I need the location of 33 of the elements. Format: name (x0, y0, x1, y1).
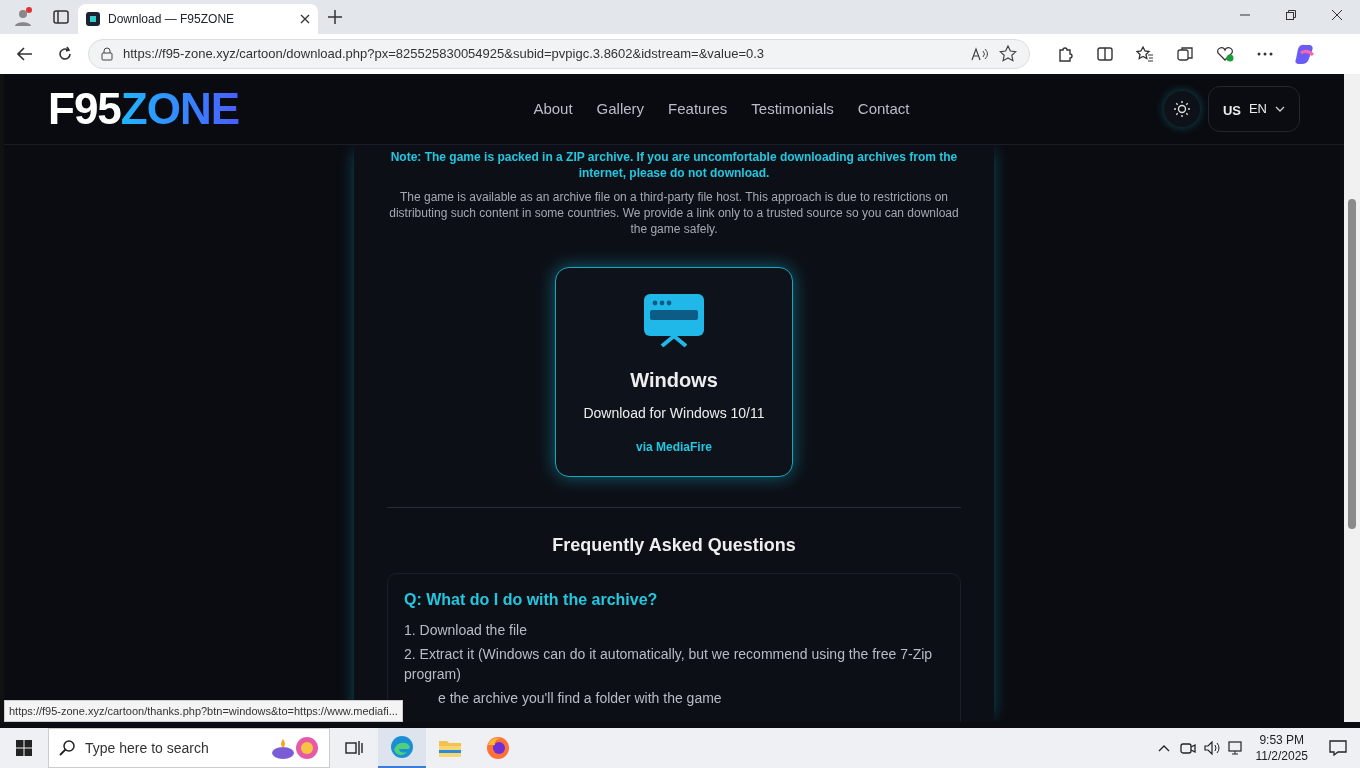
browser-tab[interactable]: Download — F95ZONE (78, 4, 318, 34)
search-icon (59, 740, 75, 756)
taskbar-search-field[interactable]: Type here to search (48, 728, 330, 768)
clock[interactable]: 9:53 PM 11/2/2025 (1247, 732, 1316, 764)
address-bar[interactable]: https://f95-zone.xyz/cartoon/download.php?px=825525830054925&subid=pvpigc.3.8602&idstream=&value=0.3 (88, 39, 1030, 69)
faq-answer-text: 1. Download the file (404, 621, 528, 640)
star-icon[interactable] (999, 45, 1017, 63)
card-subtitle: Download for Windows 10/11 (583, 404, 765, 423)
monitor-icon (643, 293, 705, 347)
card-title: Windows (630, 368, 718, 393)
faq-answer-text: 2. Extract it (Windows can do it automatically, but we recommend using the free 7-Zip program) (404, 645, 934, 684)
download-card[interactable]: Windows Download for Windows 10/11 via MediaFire (555, 267, 793, 477)
nav-link[interactable]: Features (668, 97, 728, 121)
lock-icon (101, 47, 113, 61)
nav-link[interactable]: Testimonials (751, 97, 834, 121)
nav-link[interactable]: About (533, 97, 573, 121)
site-icon (86, 12, 100, 26)
scrollbar[interactable] (1344, 74, 1360, 722)
source-text: via MediaFire (636, 439, 712, 456)
edge-icon[interactable] (378, 728, 426, 768)
note-text: Note: The game is packed in a ZIP archive. If you are uncomfortable downloading archives from the internet, please do not download. (389, 149, 959, 181)
caret-icon (1275, 106, 1285, 112)
nav-link[interactable]: Gallery (596, 97, 645, 121)
faq-answer-text: e the archive you'll find a folder with the game (437, 689, 723, 708)
read-aloud-icon[interactable] (971, 47, 989, 61)
description-text: The game is available as an archive file on a third-party file host. This approach is due to restrictions on distributing such content in some countries. We provide a link only to a trusted source so you can download the game safely. (388, 189, 960, 237)
faq-question: Q: What do I do with the archive? (404, 590, 659, 610)
faq-heading: Frequently Asked Questions (551, 534, 797, 557)
nav-link[interactable]: Contact (857, 97, 910, 121)
language-selector[interactable]: US EN (1207, 86, 1300, 132)
status-link-url: https://f95-zone.xyz/cartoon/thanks.php?btn=windows&to=https://www.mediafi... (4, 699, 403, 722)
close-icon[interactable] (300, 14, 310, 24)
theme-toggle-icon[interactable] (1163, 91, 1200, 127)
